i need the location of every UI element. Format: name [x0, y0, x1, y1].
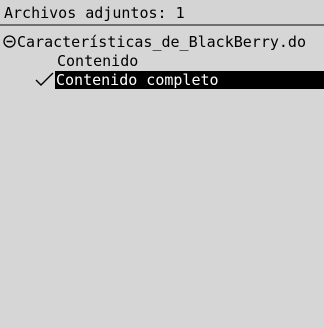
- collapse-minus-icon[interactable]: [3, 35, 16, 48]
- option-contenido-completo[interactable]: Contenido completo: [34, 71, 324, 89]
- attachment-file-row[interactable]: Características_de_BlackBerry.do: [3, 33, 324, 51]
- title-bar: Archivos adjuntos: 1: [0, 0, 324, 26]
- option-contenido[interactable]: Contenido: [57, 52, 138, 70]
- selected-option-label: Contenido completo: [55, 71, 324, 89]
- attachments-screen: Archivos adjuntos: 1 Características_de_…: [0, 0, 324, 328]
- page-title: Archivos adjuntos: 1: [4, 4, 185, 22]
- option-label: Contenido: [57, 52, 139, 70]
- attachment-filename: Características_de_BlackBerry.do: [17, 33, 306, 51]
- checkmark-icon: [34, 71, 54, 87]
